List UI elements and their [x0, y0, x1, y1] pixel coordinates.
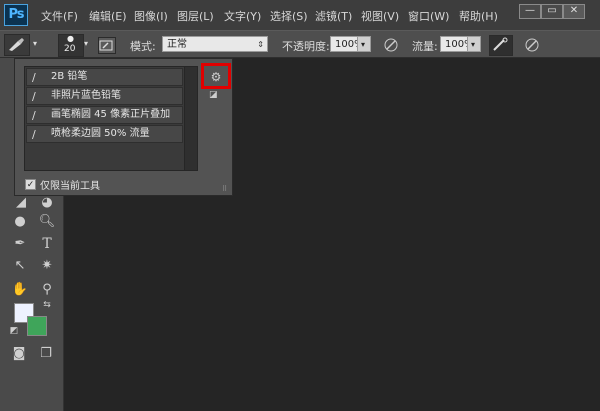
chevron-down-icon[interactable]: ▾ — [33, 39, 37, 48]
preset-item[interactable]: ∕ 非照片蓝色铅笔 — [26, 87, 183, 105]
airbrush-icon — [493, 37, 508, 51]
menu-edit[interactable]: 编辑(E) — [89, 8, 127, 24]
minimize-button[interactable]: — — [519, 4, 541, 19]
opacity-dropdown[interactable]: ▾ — [357, 36, 371, 52]
pressure-size-icon[interactable] — [524, 37, 540, 53]
close-button[interactable]: ✕ — [563, 4, 585, 19]
current-tool-only-label: 仅限当前工具 — [40, 181, 100, 192]
menu-filter[interactable]: 滤镜(T) — [315, 8, 352, 24]
annotation-highlight-box — [201, 63, 231, 89]
current-tool-only-checkbox[interactable]: ✓ — [25, 179, 36, 190]
menu-window[interactable]: 窗口(W) — [408, 8, 449, 24]
chevron-down-icon: ▾ — [471, 40, 476, 49]
menu-select[interactable]: 选择(S) — [270, 8, 308, 24]
options-bar: ▾ ● 20 ▾ 模式: 正常 ⇕ 不透明度: 100% ▾ 流量: 100% … — [0, 30, 600, 58]
swap-colors-icon[interactable]: ⇆ — [38, 296, 56, 314]
hand-tool-icon[interactable]: ✋ — [11, 281, 29, 299]
brush-panel-toggle[interactable] — [98, 37, 116, 54]
brush-panel-icon — [99, 40, 113, 51]
chevron-down-icon[interactable]: ▾ — [84, 39, 88, 48]
opacity-label: 不透明度: — [282, 40, 330, 53]
sponge-tool-icon[interactable]: 🔍︎ — [38, 213, 56, 231]
menu-image[interactable]: 图像(I) — [134, 8, 168, 24]
preset-label: 2B 铅笔 — [51, 71, 88, 82]
updown-icon: ⇕ — [257, 40, 264, 49]
menu-type[interactable]: 文字(Y) — [224, 8, 261, 24]
drop-blur-tool-icon[interactable]: ● — [11, 213, 29, 231]
type-tool-icon[interactable]: T — [38, 235, 56, 253]
pressure-opacity-icon[interactable] — [383, 37, 399, 53]
tool-preset-popup: ∕ 2B 铅笔 ∕ 非照片蓝色铅笔 ∕ 画笔椭圆 45 像素正片叠加 ∕ 喷枪柔… — [14, 58, 233, 196]
menu-file[interactable]: 文件(F) — [41, 8, 78, 24]
background-color-swatch[interactable] — [27, 316, 47, 336]
chevron-down-icon: ▾ — [361, 40, 366, 49]
brush-size-value: 20 — [64, 44, 76, 54]
preset-item[interactable]: ∕ 2B 铅笔 — [26, 68, 183, 86]
brush-icon: ∕ — [32, 90, 36, 103]
preset-list-scrollbar[interactable] — [184, 67, 197, 170]
menu-layer[interactable]: 图层(L) — [177, 8, 214, 24]
flow-label: 流量: — [412, 40, 438, 53]
preset-label: 非照片蓝色铅笔 — [51, 90, 121, 101]
mode-label: 模式: — [130, 40, 156, 53]
preset-list: ∕ 2B 铅笔 ∕ 非照片蓝色铅笔 ∕ 画笔椭圆 45 像素正片叠加 ∕ 喷枪柔… — [24, 66, 198, 171]
quick-mask-icon[interactable]: ◙ — [10, 345, 28, 363]
default-colors-icon[interactable]: ◩ — [5, 322, 23, 340]
preset-item[interactable]: ∕ 喷枪柔边圆 50% 流量 — [26, 125, 183, 143]
photoshop-logo: Ps — [4, 4, 28, 26]
brush-icon: ∕ — [32, 128, 36, 141]
mode-select[interactable]: 正常 ⇕ — [162, 36, 268, 52]
flow-dropdown[interactable]: ▾ — [467, 36, 481, 52]
tool-preset-picker[interactable] — [4, 34, 30, 56]
menu-view[interactable]: 视图(V) — [361, 8, 399, 24]
menu-bar: Ps 文件(F) 编辑(E) 图像(I) 图层(L) 文字(Y) 选择(S) 滤… — [0, 0, 600, 30]
brush-icon: ∕ — [32, 71, 36, 84]
screen-mode-icon[interactable]: ❐ — [37, 345, 55, 363]
resize-grip-icon[interactable]: ⠿ — [222, 185, 227, 193]
brush-dot-icon: ● — [67, 34, 74, 43]
shape-tool-icon[interactable]: ✷ — [38, 257, 56, 275]
restore-button[interactable]: ▭ — [541, 4, 563, 19]
airbrush-button[interactable] — [489, 35, 513, 56]
brush-icon: ∕ — [32, 109, 36, 122]
preset-label: 喷枪柔边圆 50% 流量 — [51, 128, 150, 139]
blur-tool-icon[interactable]: ◢ — [12, 194, 30, 212]
pen-tool-icon[interactable]: ✒ — [11, 235, 29, 253]
mode-value: 正常 — [167, 39, 187, 50]
path-select-tool-icon[interactable]: ↖ — [11, 257, 29, 275]
menu-help[interactable]: 帮助(H) — [459, 8, 498, 24]
dodge-tool-icon[interactable]: ◕ — [38, 194, 56, 212]
brush-size-picker[interactable]: ● 20 — [58, 34, 84, 57]
brush-icon — [9, 38, 24, 51]
preset-label: 画笔椭圆 45 像素正片叠加 — [51, 109, 171, 120]
new-preset-icon[interactable]: ◪ — [209, 90, 221, 100]
preset-item[interactable]: ∕ 画笔椭圆 45 像素正片叠加 — [26, 106, 183, 124]
